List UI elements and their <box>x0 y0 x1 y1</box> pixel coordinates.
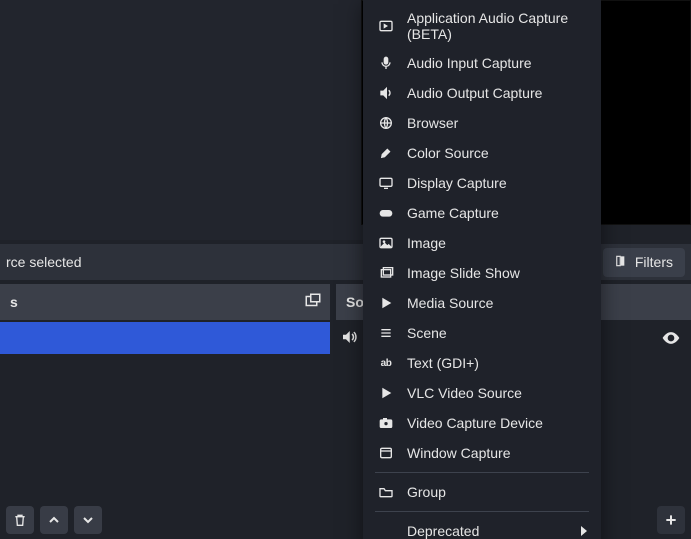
mixer-speaker-icon[interactable] <box>340 328 358 346</box>
monitor-icon <box>377 174 395 192</box>
folder-icon <box>377 483 395 501</box>
menu-label: Text (GDI+) <box>407 355 587 371</box>
blank-icon <box>377 522 395 539</box>
move-down-button[interactable] <box>74 506 102 534</box>
camera-icon <box>377 414 395 432</box>
brush-icon <box>377 144 395 162</box>
menu-item-game-capture[interactable]: Game Capture <box>363 198 601 228</box>
sources-title: So <box>346 294 364 310</box>
slideshow-icon <box>377 264 395 282</box>
menu-item-app-audio[interactable]: Application Audio Capture (BETA) <box>363 4 601 48</box>
delete-button[interactable] <box>6 506 34 534</box>
submenu-arrow-icon <box>581 526 587 536</box>
menu-item-color-source[interactable]: Color Source <box>363 138 601 168</box>
menu-label: Audio Output Capture <box>407 85 587 101</box>
filters-label: Filters <box>635 254 673 270</box>
menu-label: Deprecated <box>407 523 569 539</box>
menu-label: Window Capture <box>407 445 587 461</box>
menu-label: Image Slide Show <box>407 265 587 281</box>
menu-item-browser[interactable]: Browser <box>363 108 601 138</box>
menu-label: Color Source <box>407 145 587 161</box>
menu-item-video-capture[interactable]: Video Capture Device <box>363 408 601 438</box>
menu-item-media-source[interactable]: Media Source <box>363 288 601 318</box>
menu-label: Media Source <box>407 295 587 311</box>
menu-item-display-capture[interactable]: Display Capture <box>363 168 601 198</box>
app-audio-icon <box>377 17 395 35</box>
menu-label: VLC Video Source <box>407 385 587 401</box>
visibility-toggle-icon[interactable] <box>661 328 681 351</box>
menu-item-image[interactable]: Image <box>363 228 601 258</box>
menu-label: Group <box>407 484 587 500</box>
filters-button[interactable]: Filters <box>603 248 685 277</box>
menu-label: Game Capture <box>407 205 587 221</box>
menu-label: Display Capture <box>407 175 587 191</box>
menu-label: Video Capture Device <box>407 415 587 431</box>
text-icon: ab <box>377 354 395 372</box>
menu-item-scene[interactable]: Scene <box>363 318 601 348</box>
menu-item-text[interactable]: ab Text (GDI+) <box>363 348 601 378</box>
play-icon <box>377 294 395 312</box>
popout-icon[interactable] <box>304 292 322 310</box>
menu-label: Application Audio Capture (BETA) <box>407 10 587 42</box>
play-icon <box>377 384 395 402</box>
filters-icon <box>615 254 629 271</box>
list-icon <box>377 324 395 342</box>
menu-item-vlc[interactable]: VLC Video Source <box>363 378 601 408</box>
preview-area <box>0 0 363 240</box>
menu-item-audio-output[interactable]: Audio Output Capture <box>363 78 601 108</box>
menu-item-group[interactable]: Group <box>363 477 601 507</box>
scenes-title: s <box>10 294 18 310</box>
move-up-button[interactable] <box>40 506 68 534</box>
menu-label: Audio Input Capture <box>407 55 587 71</box>
menu-item-deprecated[interactable]: Deprecated <box>363 516 601 539</box>
menu-label: Scene <box>407 325 587 341</box>
window-icon <box>377 444 395 462</box>
menu-item-window-capture[interactable]: Window Capture <box>363 438 601 468</box>
scene-selected-row[interactable] <box>0 322 330 354</box>
mic-icon <box>377 54 395 72</box>
menu-item-image-slideshow[interactable]: Image Slide Show <box>363 258 601 288</box>
menu-label: Browser <box>407 115 587 131</box>
image-icon <box>377 234 395 252</box>
globe-icon <box>377 114 395 132</box>
menu-separator <box>375 472 589 473</box>
speaker-icon <box>377 84 395 102</box>
gamepad-icon <box>377 204 395 222</box>
scenes-header[interactable]: s <box>0 284 330 320</box>
add-source-menu: Application Audio Capture (BETA) Audio I… <box>363 0 601 539</box>
status-text: rce selected <box>6 254 91 270</box>
add-source-button[interactable] <box>657 506 685 534</box>
menu-item-audio-input[interactable]: Audio Input Capture <box>363 48 601 78</box>
menu-label: Image <box>407 235 587 251</box>
menu-separator <box>375 511 589 512</box>
